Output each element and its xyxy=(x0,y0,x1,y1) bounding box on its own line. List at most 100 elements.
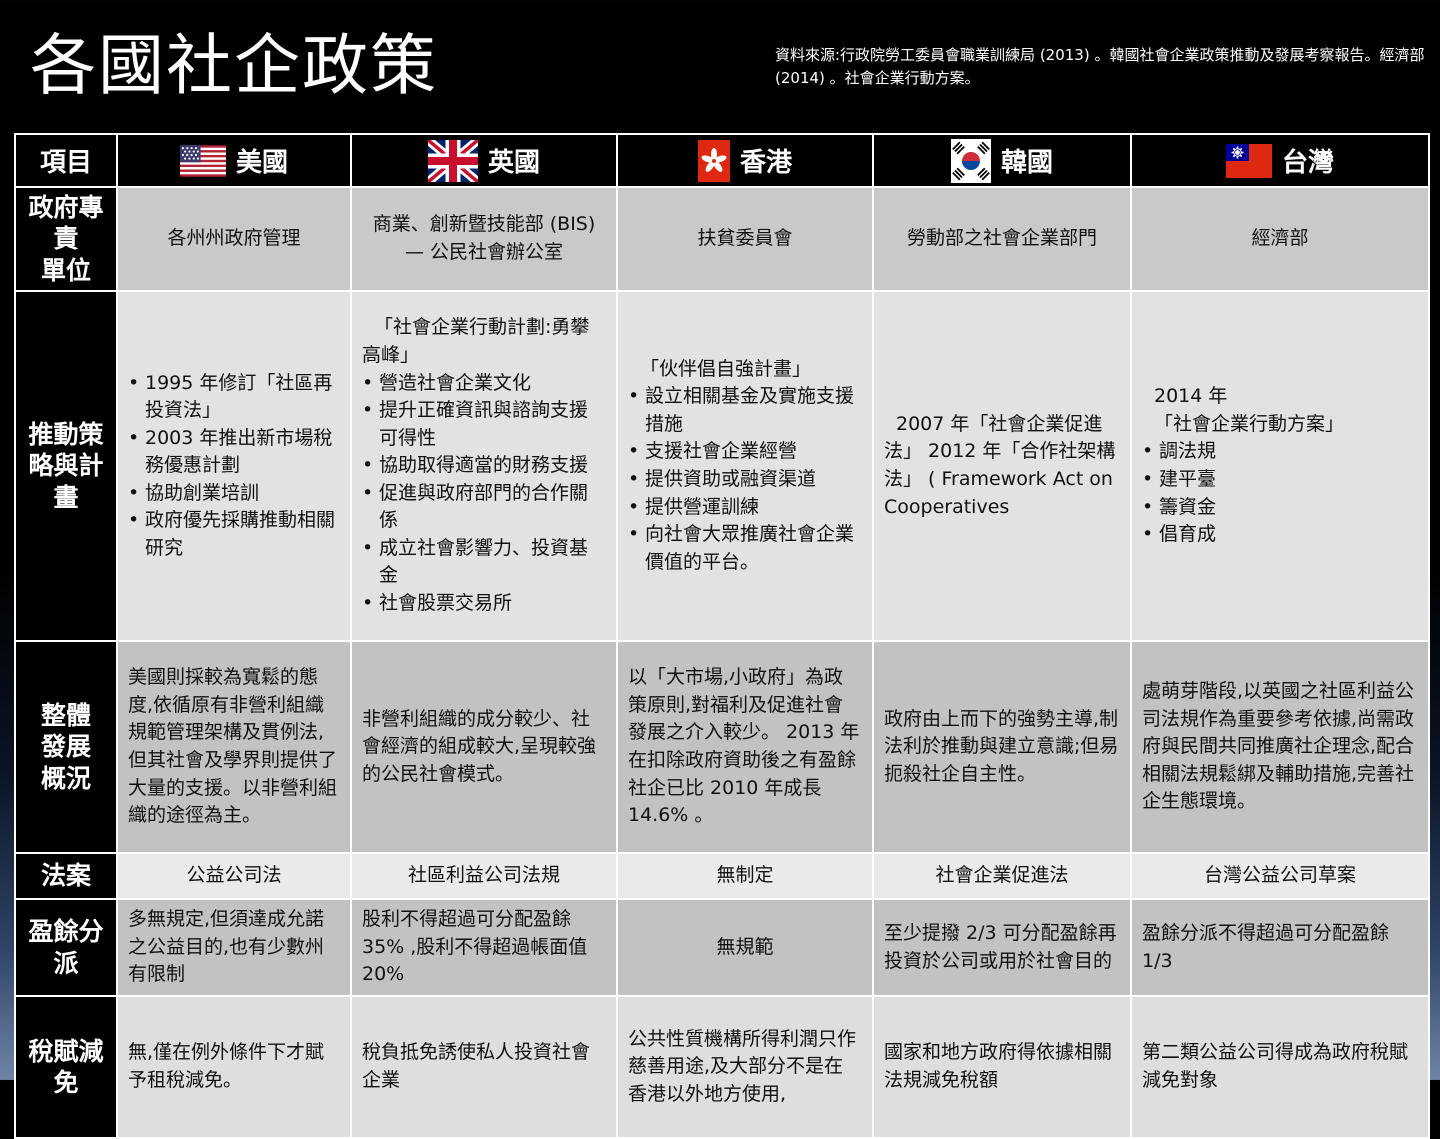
bullet-text: 提供資助或融資渠道 xyxy=(645,468,817,490)
cell-law-tw: 台灣公益公司草案 xyxy=(1132,854,1428,898)
cell-dividend-kr: 至少提撥 2/3 可分配盈餘再投資於公司或用於社會目的 xyxy=(874,900,1130,995)
text-line: 「社會企業行動方案」 xyxy=(1154,412,1345,435)
bullet-text: 成立社會影響力、投資基金 xyxy=(379,536,589,587)
cell-dividend-tw: 盈餘分派不得超過可分配盈餘 1/3 xyxy=(1132,900,1428,995)
source-note: 資料來源:行政院勞工委員會職業訓練局 (2013) 。韓國社會企業政策推動及發展… xyxy=(775,46,1425,88)
bullet-item: • 社會股票交易所 xyxy=(362,590,606,618)
cell-overview-hk: 以「大市場,小政府」為政策原則,對福利及促進社會發展之介入較少。 2013 年在… xyxy=(618,642,872,852)
text-line: 2007 年「社會企業促進法」 2012 年「合作社架構法」 ( Framewo… xyxy=(884,412,1116,518)
bullet-item: • 提供營運訓練 xyxy=(628,494,862,522)
bullet-dot: • xyxy=(628,440,640,463)
cell-tax-uk: 稅負抵免誘使私人投資社會企業 xyxy=(352,997,616,1137)
bullet-text: 籌資金 xyxy=(1159,495,1217,518)
cell-overview-us: 美國則採較為寬鬆的態度,依循原有非營利組織規範管理架構及貫例法,但其社會及學界則… xyxy=(118,642,350,852)
bullet-text: 支援社會企業經營 xyxy=(645,440,798,463)
bullet-item: • 設立相關基金及實施支援措施 xyxy=(628,383,862,438)
cell-overview-uk: 非營利組織的成分較少、社會經濟的組成較大,呈現較強的公民社會模式。 xyxy=(352,642,616,852)
row-label-agency: 政府專 責 單位 xyxy=(16,188,116,290)
column-header-uk: 英國 xyxy=(352,135,616,186)
bullet-text: 協助創業培訓 xyxy=(145,481,260,504)
column-header-hk: 香港 xyxy=(618,135,872,186)
cell-law-uk: 社區利益公司法規 xyxy=(352,854,616,898)
bullet-item: • 政府優先採購推動相關研究 xyxy=(128,507,340,562)
cell-overview-tw: 處萌芽階段,以英國之社區利益公司法規作為重要參考依據,尚需政府與民間共同推廣社企… xyxy=(1132,642,1428,852)
bullet-text: 營造社會企業文化 xyxy=(379,371,532,394)
cell-tax-kr: 國家和地方政府得依據相關法規減免稅額 xyxy=(874,997,1130,1137)
bullet-item: • 調法規 xyxy=(1142,438,1418,466)
bullet-text: 協助取得適當的財務支援 xyxy=(379,454,589,477)
bullet-dot: • xyxy=(362,481,374,504)
column-header-label-tw: 台灣 xyxy=(1281,148,1334,178)
bullet-dot: • xyxy=(362,399,374,422)
item-header-label: 項目 xyxy=(39,148,92,178)
bullet-dot: • xyxy=(1142,523,1154,546)
cell-tax-hk: 公共性質機構所得利潤只作慈善用途,及大部分不是在香港以外地方使用, xyxy=(618,997,872,1137)
row-label-tax: 稅賦減 免 xyxy=(16,997,116,1137)
row-label-law: 法案 xyxy=(16,854,116,898)
bullet-dot: • xyxy=(362,454,374,477)
page-title: 各國社企政策 xyxy=(30,27,438,104)
text-line: 「伙伴倡自強計畫」 xyxy=(640,357,812,380)
bullet-item: • 支援社會企業經營 xyxy=(628,438,862,466)
bullet-dot: • xyxy=(1142,440,1154,463)
bullet-dot: • xyxy=(128,509,140,532)
cell-tax-us: 無,僅在例外條件下才賦予租稅減免。 xyxy=(118,997,350,1137)
cell-law-kr: 社會企業促進法 xyxy=(874,854,1130,898)
cell-law-hk: 無制定 xyxy=(618,854,872,898)
cell-strategy-tw: 2014 年「社會企業行動方案」 • 調法規 • 建平臺 • 籌資金 • 倡育成 xyxy=(1132,292,1428,640)
column-header-item: 項目 xyxy=(16,135,116,186)
bullet-item: • 向社會大眾推廣社會企業價值的平台。 xyxy=(628,521,862,576)
cell-strategy-hk: 「伙伴倡自強計畫」 • 設立相關基金及實施支援措施 • 支援社會企業經營 • 提供資助或融資… xyxy=(618,292,872,640)
column-header-us: 美國 xyxy=(118,135,350,186)
column-header-label-uk: 英國 xyxy=(487,148,540,178)
bullet-text: 1995 年修訂「社區再投資法」 xyxy=(145,371,333,422)
bullet-item: • 1995 年修訂「社區再投資法」 xyxy=(128,370,340,425)
column-header-tw: 台灣 xyxy=(1132,135,1428,186)
column-header-kr: 韓國 xyxy=(874,135,1130,186)
bullet-text: 促進與政府部門的合作關係 xyxy=(379,481,589,532)
cell-agency-uk: 商業、創新暨技能部 (BIS) — 公民社會辦公室 xyxy=(352,188,616,290)
bullet-dot: • xyxy=(628,385,640,408)
row-label-dividend: 盈餘分 派 xyxy=(16,900,116,995)
cell-dividend-uk: 股利不得超過可分配盈餘 35% ,股利不得超過帳面值 20% xyxy=(352,900,616,995)
cell-agency-us: 各州州政府管理 xyxy=(118,188,350,290)
tw-flag-icon xyxy=(1225,143,1272,178)
bullet-item: • 籌資金 xyxy=(1142,494,1418,522)
row-label-overview: 整體 發展 概況 xyxy=(16,642,116,852)
bullet-text: 社會股票交易所 xyxy=(379,591,513,614)
cell-tax-tw: 第二類公益公司得成為政府稅賦減免對象 xyxy=(1132,997,1428,1137)
bullet-dot: • xyxy=(128,426,140,449)
cell-law-us: 公益公司法 xyxy=(118,854,350,898)
bullet-text: 調法規 xyxy=(1159,440,1217,463)
cell-agency-hk: 扶貧委員會 xyxy=(618,188,872,290)
bullet-item: • 協助創業培訓 xyxy=(128,480,340,508)
bullet-text: 提供營運訓練 xyxy=(645,495,760,518)
bullet-text: 提升正確資訊與諮詢支援可得性 xyxy=(379,399,589,449)
bullet-dot: • xyxy=(128,371,140,394)
bullet-item: • 營造社會企業文化 xyxy=(362,370,606,398)
bullet-dot: • xyxy=(128,481,140,504)
bullet-dot: • xyxy=(1142,468,1154,490)
uk-flag-icon xyxy=(427,139,478,182)
bullet-text: 政府優先採購推動相關研究 xyxy=(145,509,336,559)
row-label-strategy: 推動策 略與計 畫 xyxy=(16,292,116,640)
bullet-item: • 協助取得適當的財務支援 xyxy=(362,452,606,480)
bullet-dot: • xyxy=(1142,495,1154,518)
bullet-dot: • xyxy=(628,523,640,546)
cell-strategy-uk: 「社會企業行動計劃:勇攀高峰」 • 營造社會企業文化 • 提升正確資訊與諮詢支援可得性 •… xyxy=(352,292,616,640)
column-header-label-hk: 香港 xyxy=(739,148,792,178)
column-header-label-us: 美國 xyxy=(235,148,288,178)
cell-agency-kr: 勞動部之社會企業部門 xyxy=(874,188,1130,290)
bullet-dot: • xyxy=(362,536,374,559)
bullet-item: • 倡育成 xyxy=(1142,521,1418,549)
bullet-text: 倡育成 xyxy=(1159,523,1217,546)
cell-dividend-hk: 無規範 xyxy=(618,900,872,995)
bullet-item: • 2003 年推出新市場稅務優惠計劃 xyxy=(128,425,340,480)
bullet-item: • 促進與政府部門的合作關係 xyxy=(362,480,606,535)
us-flag-icon xyxy=(179,144,226,177)
bullet-text: 建平臺 xyxy=(1159,468,1217,490)
policy-table: 項目 美國 英國 香港 韓國 台灣 政府專 責 單位 各州州政府管理 商業、創新… xyxy=(14,133,1430,1139)
kr-flag-icon xyxy=(950,138,991,183)
bullet-item: • 成立社會影響力、投資基金 xyxy=(362,535,606,590)
cell-strategy-kr: 2007 年「社會企業促進法」 2012 年「合作社架構法」 ( Framewo… xyxy=(874,292,1130,640)
